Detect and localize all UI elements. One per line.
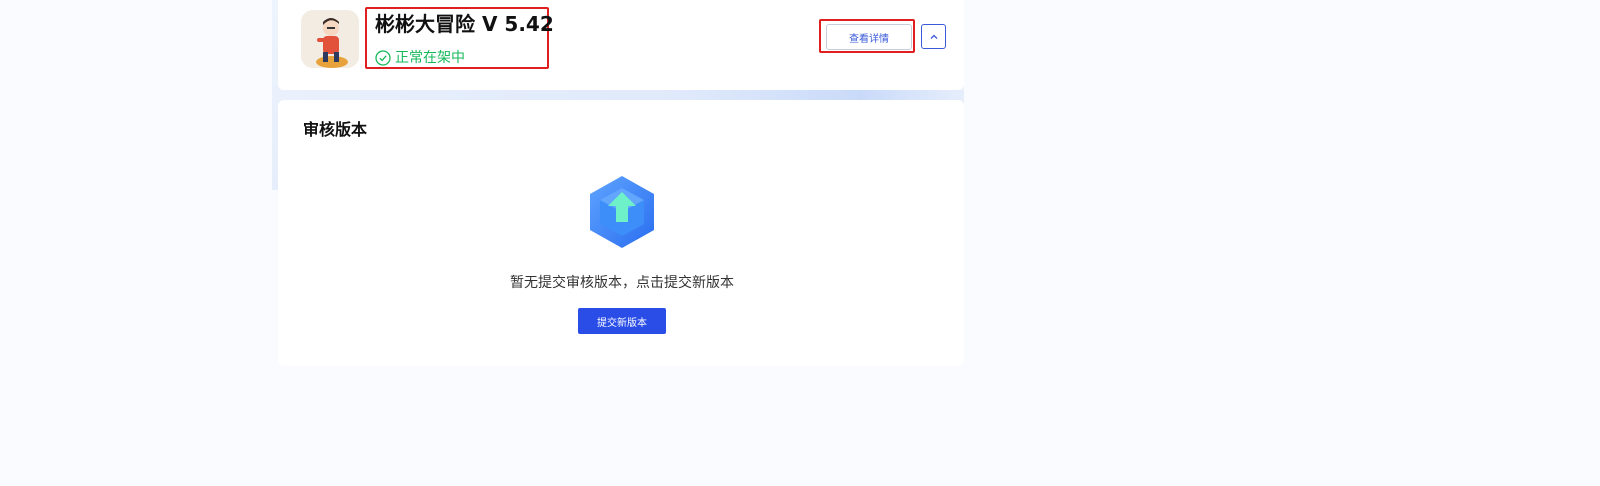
- status-label: 正常在架中: [395, 50, 465, 66]
- view-details-button[interactable]: 查看详情: [826, 24, 912, 50]
- section-title: 审核版本: [303, 120, 368, 139]
- decorative-banner-stripe: [278, 90, 964, 100]
- upload-cube-icon: [587, 174, 657, 250]
- app-icon: [301, 10, 359, 68]
- submit-new-version-button[interactable]: 提交新版本: [578, 308, 666, 334]
- chevron-up-icon: [930, 34, 937, 39]
- app-title: 彬彬大冒险 V 5.42: [375, 12, 554, 36]
- app-status: 正常在架中: [375, 49, 465, 67]
- collapse-button[interactable]: [921, 24, 946, 49]
- check-circle-icon: [375, 50, 391, 66]
- empty-state-message: 暂无提交审核版本，点击提交新版本: [510, 275, 734, 291]
